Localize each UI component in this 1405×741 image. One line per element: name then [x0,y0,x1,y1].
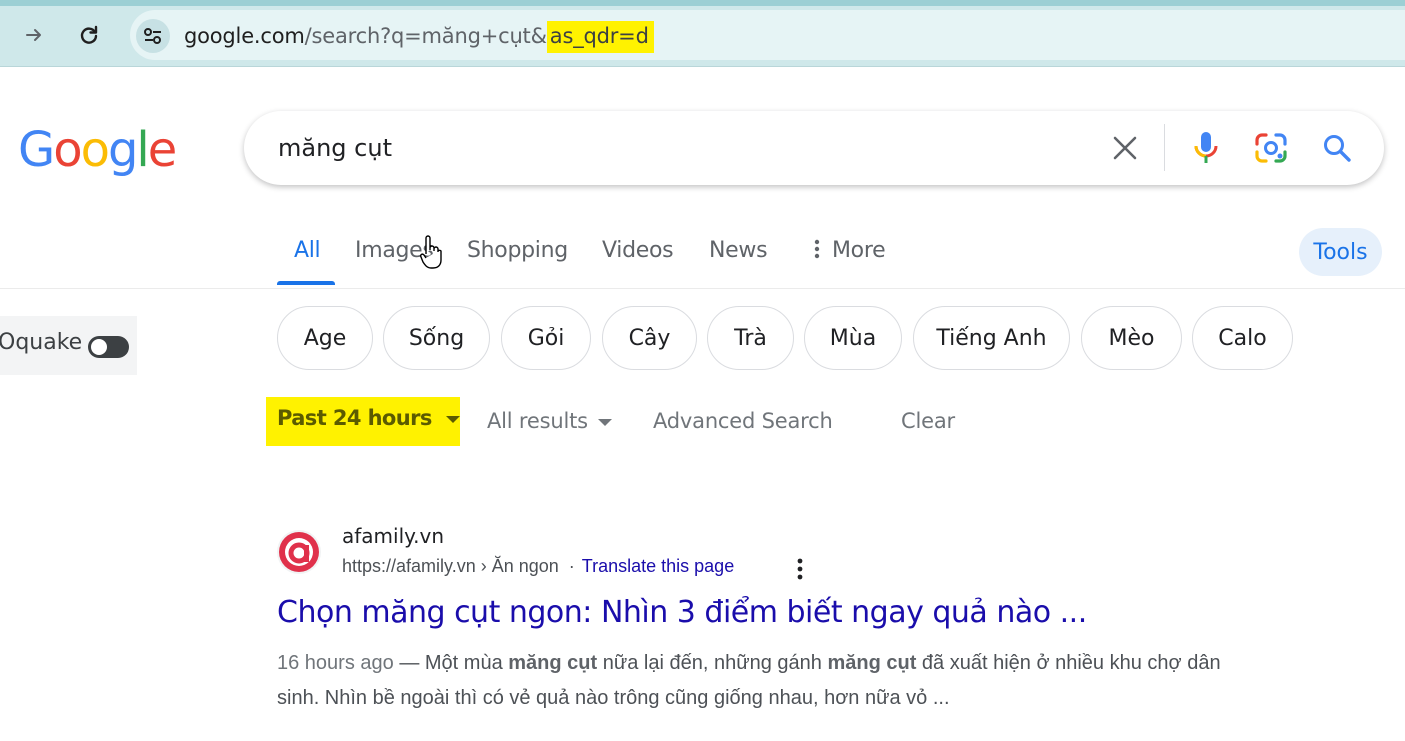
tab-videos[interactable]: Videos [602,236,674,266]
result-title-link[interactable]: Chọn măng cụt ngon: Nhìn 3 điểm biết nga… [277,595,1087,630]
search-input[interactable]: măng cụt [278,131,392,165]
clear-search-button[interactable] [1106,129,1144,167]
tune-icon [144,28,161,44]
search-divider [1164,124,1165,171]
more-vert-icon [797,558,803,580]
url-host: google.com [184,24,305,48]
logo-letter: g [107,122,139,178]
search-box[interactable]: măng cụt [244,111,1384,185]
site-favicon[interactable] [277,530,321,574]
results-filter-label: All results [487,409,588,433]
logo-letter: G [18,122,55,178]
forward-button[interactable] [17,18,51,52]
results-filter-dropdown[interactable]: All results [487,406,612,436]
voice-search-button[interactable] [1187,129,1225,167]
search-icon [1324,135,1351,162]
lens-search-button[interactable] [1252,129,1290,167]
chip-song[interactable]: Sống [383,306,490,370]
logo-letter: o [80,122,110,178]
close-icon [1113,136,1137,160]
reload-icon [80,25,98,44]
chip-meo[interactable]: Mèo [1081,306,1182,370]
afamily-logo-icon [279,532,319,572]
result-url-line: https://afamily.vn › Ăn ngon · Translate t… [342,556,734,577]
time-filter-label: Past 24 hours [277,406,432,430]
url-text: google.com/search?q=măng+cụt& as_qdr=d [184,21,654,53]
hand-cursor-icon [420,235,442,269]
url-path: /search?q=măng+cụt& [304,24,547,48]
browser-toolbar: google.com/search?q=măng+cụt& as_qdr=d [0,0,1405,67]
side-toggle-label: Oquake [0,330,83,355]
chip-mua[interactable]: Mùa [804,306,902,370]
chip-goi[interactable]: Gỏi [501,306,591,370]
logo-letter: e [147,122,177,178]
result-options-button[interactable] [790,556,810,582]
search-tabs: All Images Shopping Videos News More Too… [0,222,1405,289]
logo-letter: o [53,122,82,178]
more-vert-icon [814,239,820,259]
toggle-knob [91,339,107,355]
tab-shopping[interactable]: Shopping [467,236,568,266]
chip-calo[interactable]: Calo [1192,306,1293,370]
tab-more[interactable]: More [812,236,886,266]
side-toggle-switch[interactable] [88,336,129,358]
side-toggle-panel: Oquake [0,316,137,375]
caret-down-icon [597,418,612,426]
chip-cay[interactable]: Cây [602,306,697,370]
snippet-highlight: măng cụt [827,652,917,674]
url-param-highlight: as_qdr=d [546,21,654,53]
search-button[interactable] [1318,129,1356,167]
google-logo[interactable]: Google [18,120,177,180]
mic-icon [1194,132,1218,163]
translate-link[interactable]: Translate this page [582,556,734,576]
active-tab-indicator [277,281,335,285]
tab-all[interactable]: All [294,236,321,266]
tools-button[interactable]: Tools [1299,228,1382,276]
clear-filters-link[interactable]: Clear [901,406,955,436]
result-date: 16 hours ago [277,652,394,674]
snippet-highlight: măng cụt [508,652,598,674]
chip-age[interactable]: Age [277,306,373,370]
caret-down-icon [445,415,460,423]
site-info-button[interactable] [136,19,170,53]
url-separator: · [568,556,575,576]
reload-button[interactable] [72,18,106,52]
result-breadcrumb-url[interactable]: https://afamily.vn › Ăn ngon [342,556,559,576]
snippet-dash: — [393,652,425,674]
address-bar[interactable]: google.com/search?q=măng+cụt& as_qdr=d [130,10,1405,60]
advanced-search-link[interactable]: Advanced Search [653,406,833,436]
chip-tieng-anh[interactable]: Tiếng Anh [913,306,1070,370]
tab-more-label: More [832,238,886,263]
logo-letter: l [136,122,149,178]
camera-lens-icon [1255,133,1287,163]
time-filter-dropdown[interactable]: Past 24 hours [266,397,460,446]
chip-tra[interactable]: Trà [707,306,794,370]
result-site-name[interactable]: afamily.vn [342,524,444,548]
result-snippet: 16 hours ago — Một mùa măng cụt nữa lại … [277,646,1267,716]
arrow-right-icon [26,29,41,41]
snippet-text: Một mùa [424,652,509,674]
snippet-text: nữa lại đến, những gánh [597,652,828,674]
tab-news[interactable]: News [709,236,768,266]
